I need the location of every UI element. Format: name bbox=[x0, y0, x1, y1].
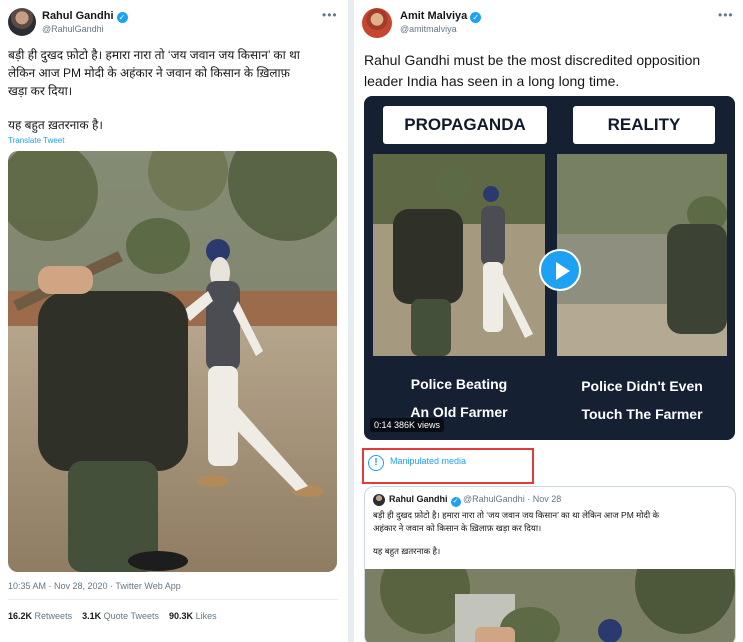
verified-badge-icon: ✓ bbox=[470, 12, 482, 23]
quoted-text-line: बड़ी ही दुखद फ़ोटो है। हमारा नारा तो ‘जय… bbox=[373, 510, 660, 520]
quoted-header: Rahul Gandhi ✓ @RahulGandhi · Nov 28 bbox=[389, 494, 561, 507]
tweet-stats: 16.2K Retweets 3.1K Quote Tweets 90.3K L… bbox=[8, 611, 217, 621]
avatar[interactable] bbox=[362, 8, 392, 38]
likes-stat[interactable]: 90.3K Likes bbox=[169, 611, 217, 621]
author-handle[interactable]: @amitmalviya bbox=[400, 24, 457, 34]
video-view-counter: 0:14 386K views bbox=[370, 418, 445, 432]
manipulated-media-link[interactable]: Manipulated media bbox=[390, 456, 466, 466]
verified-badge-icon: ✓ bbox=[116, 12, 128, 23]
propaganda-frame bbox=[373, 154, 545, 356]
video-caption-left-line1: Police Beating bbox=[410, 376, 508, 392]
video-label-reality: REALITY bbox=[573, 106, 715, 144]
video-caption-right-line1: Police Didn't Even bbox=[581, 378, 703, 394]
quoted-author-handle: @RahulGandhi bbox=[463, 494, 525, 504]
tweet-text-line: यह बहुत ख़तरनाक है। bbox=[8, 118, 103, 132]
tweet-text-line: leader India has seen in a long long tim… bbox=[364, 73, 620, 89]
author-name-block[interactable]: Amit Malviya ✓ bbox=[400, 10, 482, 23]
quotes-label: Quote Tweets bbox=[103, 611, 159, 621]
more-options-icon[interactable]: ••• bbox=[322, 8, 338, 22]
likes-count: 90.3K bbox=[169, 611, 194, 621]
verified-badge-icon: ✓ bbox=[450, 497, 461, 507]
farmer-police-photo bbox=[8, 151, 337, 572]
author-handle[interactable]: @RahulGandhi bbox=[42, 24, 104, 34]
tweet-amit-malviya[interactable]: Amit Malviya ✓ @amitmalviya ••• Rahul Gan… bbox=[354, 0, 743, 642]
tweet-text-line: लेकिन आज PM मोदी के अहंकार ने जवान को कि… bbox=[8, 66, 290, 80]
quotes-count: 3.1K bbox=[82, 611, 102, 621]
translate-tweet-link[interactable]: Translate Tweet bbox=[8, 136, 64, 145]
likes-label: Likes bbox=[195, 611, 217, 621]
tweet-text-line: खड़ा कर दिया। bbox=[8, 84, 73, 98]
quoted-text-line: यह बहुत ख़तरनाक है। bbox=[373, 546, 441, 556]
tweet-text-line: बड़ी ही दुखद फ़ोटो है। हमारा नारा तो ‘जय… bbox=[8, 48, 300, 62]
retweets-count: 16.2K bbox=[8, 611, 33, 621]
manipulated-media-highlight[interactable]: ! Manipulated media bbox=[362, 448, 534, 484]
quoted-avatar bbox=[373, 494, 385, 506]
screenshot-comparison: Rahul Gandhi ✓ @RahulGandhi ••• बड़ी ही द… bbox=[0, 0, 743, 642]
quote-tweets-stat[interactable]: 3.1K Quote Tweets bbox=[82, 611, 159, 621]
more-options-icon[interactable]: ••• bbox=[718, 8, 734, 22]
tweet-text-line: Rahul Gandhi must be the most discredite… bbox=[364, 52, 701, 68]
quoted-date: · Nov 28 bbox=[527, 494, 562, 504]
quoted-tweet[interactable]: Rahul Gandhi ✓ @RahulGandhi · Nov 28 बड़ी… bbox=[364, 486, 736, 642]
play-icon[interactable] bbox=[539, 249, 581, 291]
quoted-author-name: Rahul Gandhi bbox=[389, 494, 448, 504]
video-label-propaganda: PROPAGANDA bbox=[383, 106, 547, 144]
reality-frame bbox=[557, 154, 727, 356]
author-name[interactable]: Amit Malviya bbox=[400, 10, 467, 22]
avatar[interactable] bbox=[8, 8, 36, 36]
tweet-rahul-gandhi[interactable]: Rahul Gandhi ✓ @RahulGandhi ••• बड़ी ही द… bbox=[0, 0, 348, 642]
quoted-photo bbox=[365, 569, 735, 642]
tweet-timestamp[interactable]: 10:35 AM · Nov 28, 2020 · Twitter Web Ap… bbox=[8, 581, 181, 591]
retweets-stat[interactable]: 16.2K Retweets bbox=[8, 611, 72, 621]
info-icon: ! bbox=[368, 455, 384, 471]
author-name[interactable]: Rahul Gandhi bbox=[42, 10, 114, 22]
tweet-photo[interactable] bbox=[8, 151, 337, 572]
divider bbox=[8, 599, 338, 600]
author-name-block[interactable]: Rahul Gandhi ✓ bbox=[42, 10, 128, 23]
quoted-text-line: अहंकार ने जवान को किसान के ख़िलाफ़ खड़ा … bbox=[373, 523, 542, 533]
embedded-video[interactable]: PROPAGANDA REALITY Police Beating An Old… bbox=[364, 96, 735, 440]
video-caption-right-line2: Touch The Farmer bbox=[581, 406, 703, 422]
retweets-label: Retweets bbox=[34, 611, 73, 621]
